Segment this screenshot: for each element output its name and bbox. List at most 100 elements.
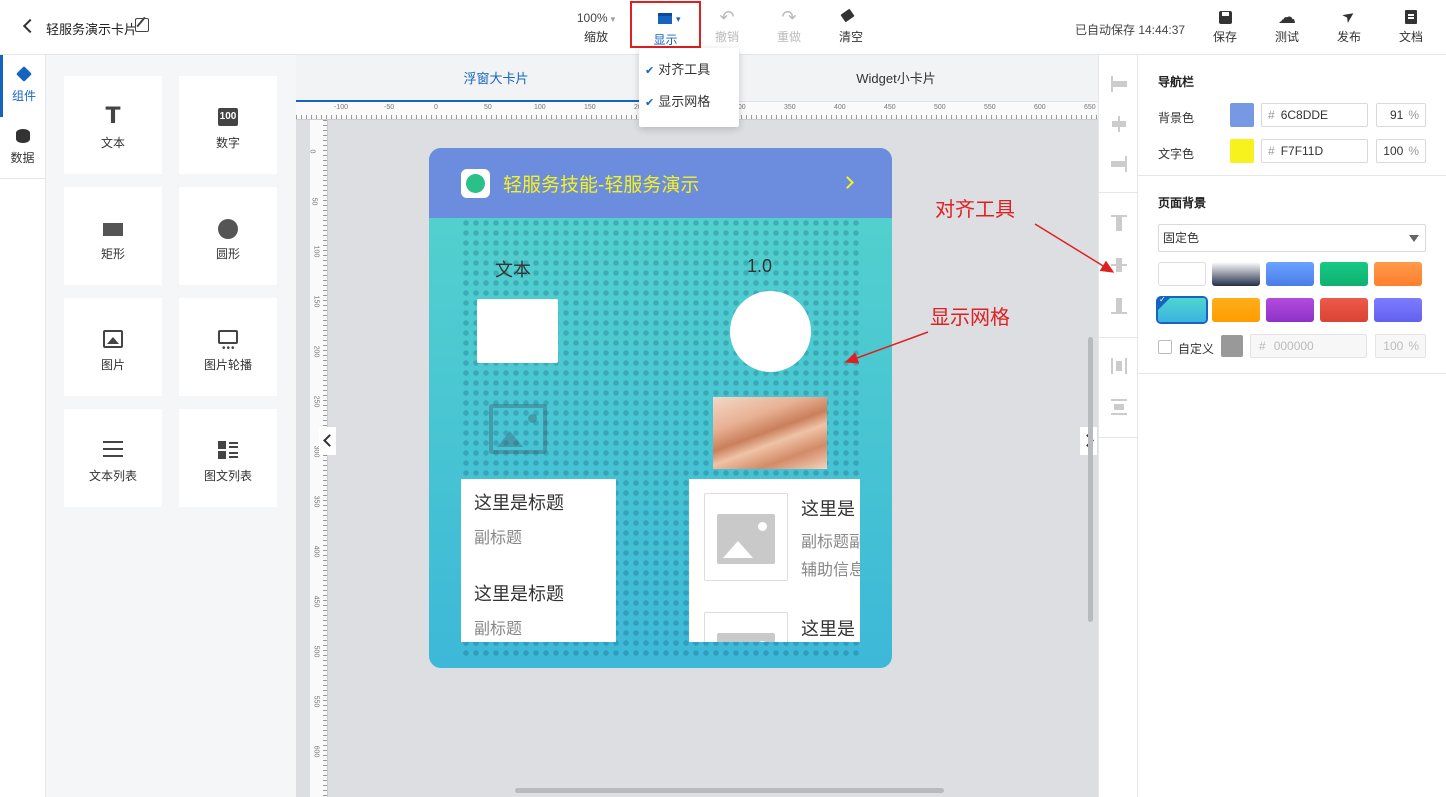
number-widget[interactable]: 1.0 (747, 256, 772, 277)
redo-icon (774, 8, 804, 26)
bg-mode-select[interactable]: 固定色 (1158, 224, 1426, 252)
tab-float-card[interactable]: 浮窗大卡片 (296, 55, 696, 102)
component-label: 图片轮播 (203, 358, 252, 372)
component-image[interactable]: 图片 (64, 298, 162, 396)
ruler-label: 500 (312, 645, 320, 658)
bg-color-swatch[interactable] (1320, 298, 1368, 322)
component-circle[interactable]: 圆形 (179, 187, 277, 285)
tab-components[interactable]: 组件 (0, 55, 45, 117)
ruler-label: 400 (312, 545, 320, 558)
database-icon (15, 129, 30, 143)
ruler-label: 400 (834, 104, 846, 111)
component-image-text-list[interactable]: 图文列表 (179, 409, 277, 507)
custom-hex-input[interactable]: #000000 (1250, 334, 1367, 358)
redo-label: 重做 (776, 30, 801, 44)
docs-button[interactable]: 文档 (1396, 8, 1426, 45)
left-tab-bar: 组件 数据 (0, 55, 46, 797)
bg-color-swatch[interactable] (1230, 103, 1254, 127)
align-right-icon[interactable] (1111, 156, 1127, 172)
ruler-label: -50 (384, 104, 395, 111)
tab-widget-card[interactable]: Widget小卡片 (696, 55, 1096, 102)
ruler-label: 450 (312, 595, 320, 608)
align-top-icon[interactable] (1111, 215, 1127, 231)
bg-color-swatch[interactable] (1266, 262, 1314, 286)
ruler-label: -100 (334, 104, 349, 111)
component-text[interactable]: 文本 (64, 76, 162, 174)
back-arrow-icon[interactable] (22, 18, 36, 34)
circle-widget[interactable] (730, 291, 811, 372)
list-icon (103, 441, 123, 457)
component-rectangle[interactable]: 矩形 (64, 187, 162, 285)
component-label: 文本列表 (88, 469, 137, 483)
undo-label: 撤销 (714, 30, 739, 44)
undo-icon (712, 8, 742, 26)
document-icon (1396, 8, 1426, 26)
component-image-carousel[interactable]: 图片轮播 (179, 298, 277, 396)
component-text-list[interactable]: 文本列表 (64, 409, 162, 507)
align-bottom-icon[interactable] (1111, 298, 1127, 314)
save-button[interactable]: 保存 (1210, 8, 1240, 45)
text-color-hex-input[interactable]: # F7F11D (1261, 139, 1368, 163)
text-color-swatch[interactable] (1230, 139, 1254, 163)
publish-button[interactable]: 发布 (1334, 8, 1364, 45)
ruler-label: 600 (1034, 104, 1046, 111)
send-icon (1334, 8, 1364, 26)
top-toolbar: 轻服务演示卡片 100% 缩放 ▾ 显示 撤销 重做 清空 已自动保存 14:4… (0, 0, 1446, 55)
ruler-label: 650 (1084, 104, 1096, 111)
bg-color-swatch[interactable] (1212, 298, 1260, 322)
text-list-widget[interactable]: 这里是标题 副标题 这里是标题 副标题 (461, 479, 616, 642)
component-number[interactable]: 数字 (179, 76, 277, 174)
card-title: 轻服务技能-轻服务演示 (503, 175, 700, 196)
tab-data[interactable]: 数据 (0, 117, 46, 179)
cube-icon (16, 66, 32, 82)
bg-color-swatch[interactable] (1374, 298, 1422, 322)
list-item-aux: 辅助信息 (801, 562, 860, 579)
horizontal-scrollbar[interactable] (515, 788, 944, 793)
image-list-icon (218, 441, 238, 459)
distribute-vertical-icon[interactable] (1111, 399, 1127, 415)
rectangle-icon (103, 223, 123, 236)
text-opacity-input[interactable]: 100% (1376, 139, 1426, 163)
rectangle-widget[interactable] (477, 299, 558, 363)
zoom-control[interactable]: 100% 缩放 (574, 8, 618, 45)
image-icon (103, 330, 123, 348)
text-widget[interactable]: 文本 (495, 256, 531, 282)
card-navbar[interactable]: 轻服务技能-轻服务演示 (429, 148, 892, 218)
vertical-scrollbar[interactable] (1088, 337, 1093, 622)
image-placeholder-icon[interactable] (489, 404, 547, 454)
align-horizontal-center-icon[interactable] (1111, 116, 1127, 132)
edit-title-icon[interactable] (135, 18, 149, 32)
redo-button[interactable]: 重做 (774, 8, 804, 45)
chevron-left-icon[interactable] (319, 427, 336, 455)
custom-opacity-input[interactable]: 100% (1375, 334, 1426, 358)
bg-color-hex-input[interactable]: #6C8DDE (1261, 103, 1368, 127)
bg-color-swatch[interactable] (1212, 262, 1260, 286)
bg-color-swatch[interactable] (1320, 262, 1368, 286)
bg-opacity-input[interactable]: 91% (1376, 103, 1426, 127)
clear-label: 清空 (838, 30, 863, 44)
bg-color-swatch[interactable] (1266, 298, 1314, 322)
bg-color-swatch[interactable] (1374, 262, 1422, 286)
distribute-horizontal-icon[interactable] (1111, 358, 1127, 374)
clear-button[interactable]: 清空 (835, 8, 867, 45)
annotation-align-tools: 对齐工具 (935, 197, 1015, 221)
menu-item-label: 对齐工具 (658, 62, 711, 77)
custom-color-swatch[interactable] (1221, 335, 1243, 357)
menu-item-show-grid[interactable]: ✔ 显示网格 (639, 88, 739, 120)
image-text-list-widget[interactable]: 这里是 副标题副 辅助信息 这里是 (689, 479, 860, 642)
menu-item-align-tools[interactable]: ✔ 对齐工具 (639, 56, 739, 88)
test-button[interactable]: 测试 (1271, 8, 1303, 45)
ruler-label: 0 (308, 149, 316, 154)
undo-button[interactable]: 撤销 (712, 8, 742, 45)
list-item-title: 这里是 (801, 619, 855, 639)
custom-checkbox[interactable] (1158, 340, 1172, 354)
align-left-icon[interactable] (1111, 76, 1127, 92)
bg-color-swatch[interactable] (1158, 262, 1206, 286)
align-vertical-center-icon[interactable] (1111, 257, 1127, 273)
alignment-toolbar (1098, 55, 1139, 797)
list-item-title: 这里是标题 (474, 584, 564, 604)
bg-color-swatch[interactable] (1158, 295, 1206, 322)
show-button[interactable]: ▾ 显示 (630, 1, 701, 48)
show-label: 显示 (653, 33, 678, 47)
desert-photo[interactable] (713, 397, 827, 469)
